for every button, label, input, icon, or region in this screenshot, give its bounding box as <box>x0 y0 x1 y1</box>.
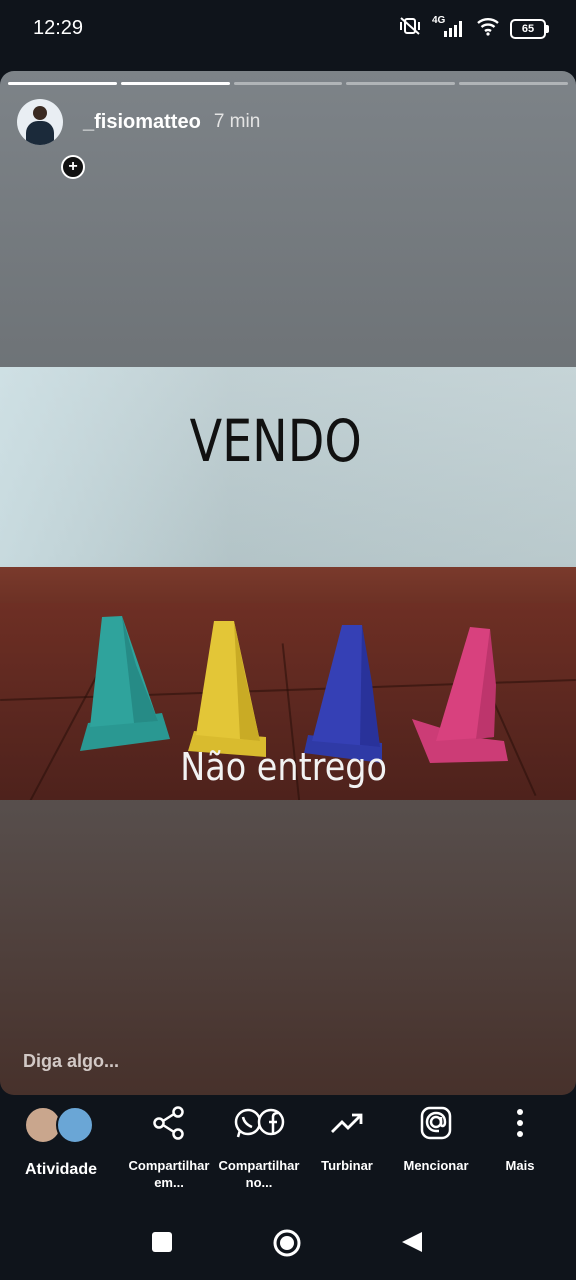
progress-segment <box>233 82 343 85</box>
action-label: Turbinar <box>321 1158 373 1173</box>
status-icons: 4G 65 <box>398 15 549 41</box>
story-timestamp: 7 min <box>213 111 261 132</box>
more-vertical-icon <box>494 1100 546 1145</box>
progress-segment <box>8 82 117 85</box>
mention-button[interactable]: Mencionar <box>394 1100 478 1174</box>
action-label: Atividade <box>24 1161 97 1178</box>
wifi-icon <box>476 16 500 41</box>
status-bar: 12:29 4G 65 <box>0 0 576 60</box>
activity-avatars-icon <box>20 1100 102 1153</box>
story-photo: VENDO Não entrego <box>0 367 576 800</box>
action-label: Mencionar <box>403 1158 469 1173</box>
reply-input[interactable]: Diga algo... <box>23 1051 119 1072</box>
story-actions: Atividade Compartilhar em... Compartilha… <box>0 1100 576 1200</box>
progress-segment <box>459 82 568 85</box>
avatar[interactable] <box>17 99 63 145</box>
add-story-icon[interactable]: + <box>61 155 85 179</box>
progress-segment <box>120 82 230 85</box>
username[interactable]: _fisiomatteo <box>83 111 201 134</box>
share-icon <box>124 1100 214 1145</box>
photo-text-top: VENDO <box>189 407 362 475</box>
clock: 12:29 <box>33 17 84 39</box>
photo-text-bottom: Não entrego <box>180 745 387 789</box>
trending-up-icon <box>306 1100 388 1145</box>
story-progress <box>8 82 568 85</box>
back-triangle-icon <box>402 1232 422 1252</box>
story-header: + _fisiomatteo 7 min <box>17 99 261 179</box>
action-label: Compartilhar no... <box>218 1158 300 1190</box>
back-button[interactable] <box>400 1230 424 1259</box>
vibrate-off-icon <box>398 16 422 41</box>
activity-button[interactable]: Atividade <box>20 1100 102 1178</box>
story-viewer[interactable]: + _fisiomatteo 7 min VENDO Não entrego D… <box>0 71 576 1095</box>
action-label: Compartilhar em... <box>128 1158 210 1190</box>
system-nav-bar <box>0 1210 576 1280</box>
whatsapp-facebook-icon <box>214 1100 304 1145</box>
share-whatsapp-facebook-button[interactable]: Compartilhar no... <box>214 1100 304 1191</box>
home-circle-icon <box>273 1229 301 1257</box>
boost-button[interactable]: Turbinar <box>306 1100 388 1174</box>
battery-indicator: 65 <box>510 18 549 39</box>
signal-icon: 4G <box>432 15 466 39</box>
action-label: Mais <box>505 1158 535 1173</box>
progress-segment <box>346 82 456 85</box>
square-icon <box>152 1232 172 1252</box>
home-button[interactable] <box>272 1228 302 1263</box>
at-icon <box>394 1100 478 1145</box>
more-button[interactable]: Mais <box>494 1100 546 1174</box>
cone-teal <box>78 615 172 760</box>
cone-yellow <box>186 619 270 766</box>
share-button[interactable]: Compartilhar em... <box>124 1100 214 1191</box>
recents-button[interactable] <box>150 1230 174 1259</box>
